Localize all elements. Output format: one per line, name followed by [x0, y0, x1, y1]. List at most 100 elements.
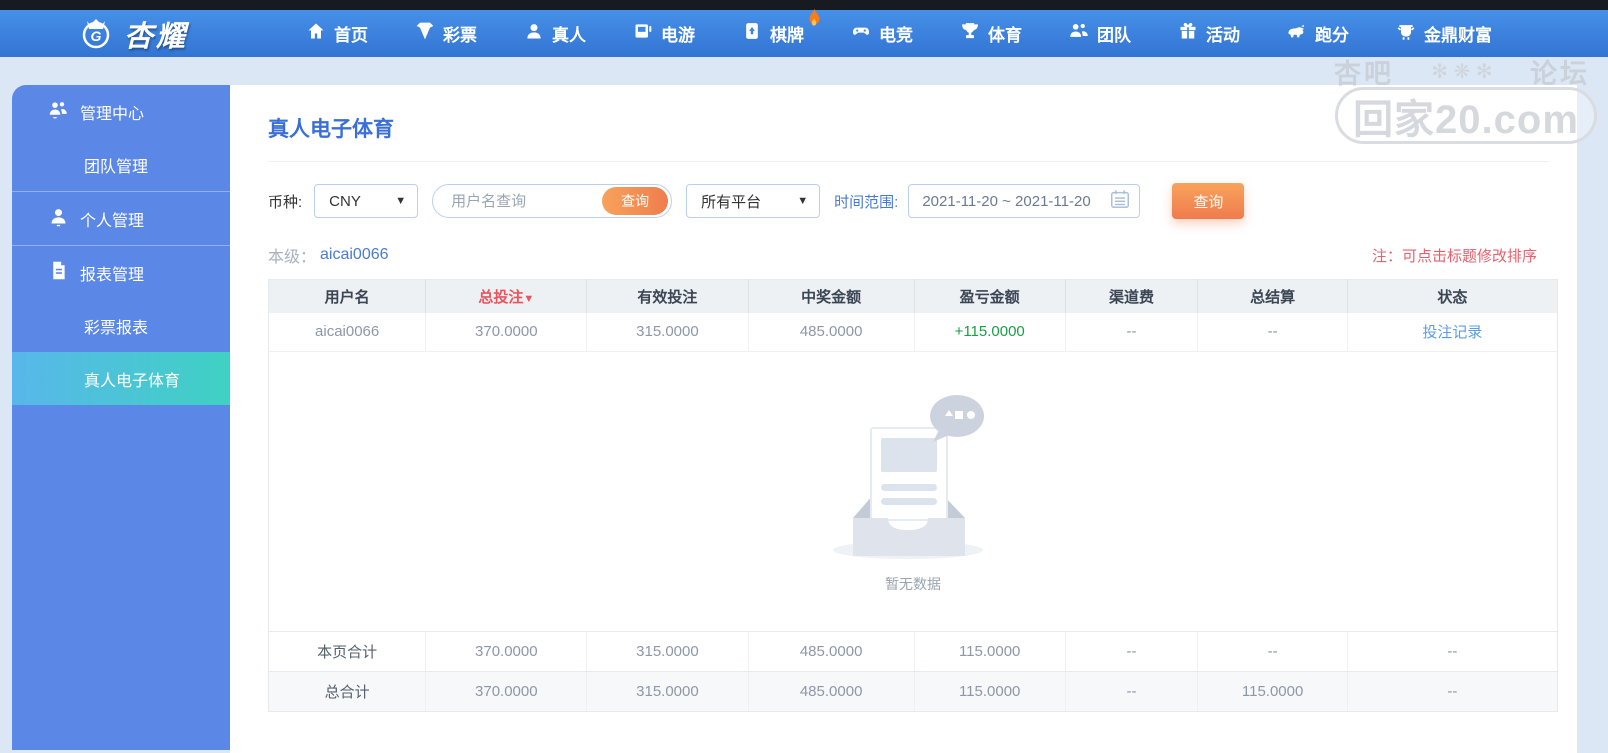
slots-icon	[633, 21, 653, 46]
main-content: 真人电子体育 币种: CNY ▼ 查询 所有平台 ▼ 时间范围: 2021-11…	[230, 85, 1577, 753]
sidebar-item-lottery-report[interactable]: 彩票报表	[12, 299, 230, 352]
team-icon	[1069, 21, 1089, 46]
grand-total-label: 总合计	[268, 671, 427, 712]
sidebar-item-team-management[interactable]: 团队管理	[12, 138, 230, 191]
inline-search-button[interactable]: 查询	[602, 187, 669, 215]
header-username[interactable]: 用户名	[268, 279, 427, 313]
brand-logo[interactable]: G 杏耀	[76, 11, 246, 56]
nav-item-activity[interactable]: 活动	[1178, 21, 1240, 46]
page-total-cell: 315.0000	[586, 631, 749, 672]
nav-item-home[interactable]: 首页	[306, 21, 368, 46]
search-button[interactable]: 查询	[1172, 183, 1245, 219]
nav-item-sports[interactable]: 体育	[960, 21, 1022, 46]
header-channel-fee[interactable]: 渠道费	[1065, 279, 1199, 313]
nav-item-live[interactable]: 真人	[524, 21, 586, 46]
nav-label: 棋牌	[770, 26, 804, 45]
nav-label: 金鼎财富	[1424, 26, 1492, 45]
activity-icon	[1178, 21, 1198, 46]
nav-label: 电游	[661, 26, 695, 45]
sidebar-item-live-esports-report[interactable]: 真人电子体育	[12, 352, 230, 405]
nav-label: 体育	[988, 26, 1022, 45]
esports-icon	[851, 21, 871, 46]
page-title: 真人电子体育	[268, 118, 394, 141]
level-user-link[interactable]: aicai0066	[320, 246, 389, 264]
nav-menu: 首页 彩票 真人 电游 棋牌 电竞 体育 团队 活动 跑分 金鼎财富	[306, 8, 1492, 46]
home-icon	[306, 21, 326, 46]
nav-item-egames[interactable]: 电游	[633, 21, 695, 46]
header-profit[interactable]: 盈亏金额	[914, 279, 1066, 313]
sidebar-item-label: 报表管理	[80, 266, 145, 284]
grand-total-cell: 115.0000	[1197, 671, 1348, 712]
grand-total-cell: 370.0000	[425, 671, 588, 712]
grand-total-cell: 115.0000	[914, 671, 1066, 712]
nav-item-paofen[interactable]: 跑分	[1287, 21, 1349, 46]
header-total-bet[interactable]: 总投注▼	[425, 279, 588, 313]
date-range-value: 2021-11-20 ~ 2021-11-20	[922, 192, 1091, 210]
sidebar-item-admin-center[interactable]: 管理中心	[12, 85, 230, 138]
grand-total-cell: 485.0000	[748, 671, 915, 712]
nav-label: 电竞	[879, 26, 913, 45]
brand-name: 杏耀	[124, 20, 189, 53]
nav-label: 真人	[552, 26, 586, 45]
cell-username: aicai0066	[268, 312, 427, 352]
sort-desc-icon: ▼	[523, 292, 535, 305]
cards-icon	[742, 21, 762, 46]
cell-total-bet: 370.0000	[425, 312, 588, 352]
page-total-cell: 370.0000	[425, 631, 588, 672]
live-icon	[524, 21, 544, 46]
nav-item-team[interactable]: 团队	[1069, 21, 1131, 46]
sidebar-item-label: 彩票报表	[84, 319, 149, 337]
nav-item-boardgames[interactable]: 棋牌	[742, 8, 820, 46]
sidebar-item-report-management[interactable]: 报表管理	[12, 246, 230, 299]
sidebar-item-personal-management[interactable]: 个人管理	[12, 192, 230, 245]
wealth-icon	[1396, 21, 1416, 46]
grand-total-cell: --	[1347, 671, 1558, 712]
grand-total-cell: --	[1065, 671, 1199, 712]
lottery-icon	[415, 21, 435, 46]
empty-state: 暂无数据	[270, 390, 1556, 594]
cell-win-amount: 485.0000	[748, 312, 915, 352]
sort-note: 注：可点击标题修改排序	[1371, 247, 1537, 265]
empty-inbox-illustration	[823, 390, 1003, 564]
empty-state-text: 暂无数据	[885, 575, 941, 592]
cell-valid-bet: 315.0000	[586, 312, 749, 352]
username-search-input[interactable]	[449, 191, 603, 211]
currency-select[interactable]: CNY ▼	[314, 184, 419, 218]
main-navbar: G 杏耀 首页 彩票 真人 电游 棋牌 电竞 体育 团队 活动 跑分 金鼎财富	[0, 8, 1608, 57]
table-row: aicai0066 370.0000 315.0000 485.0000 +11…	[268, 312, 1558, 352]
nav-label: 活动	[1206, 26, 1240, 45]
page-total-label: 本页合计	[268, 631, 427, 672]
nav-item-wealth[interactable]: 金鼎财富	[1396, 21, 1492, 46]
platform-select[interactable]: 所有平台 ▼	[686, 184, 821, 218]
nav-label: 团队	[1097, 26, 1131, 45]
paofen-icon	[1287, 21, 1307, 46]
date-range-input[interactable]: 2021-11-20 ~ 2021-11-20	[908, 184, 1141, 218]
header-win-amount[interactable]: 中奖金额	[748, 279, 915, 313]
grand-total-cell: 315.0000	[586, 671, 749, 712]
grand-total-row: 总合计 370.0000 315.0000 485.0000 115.0000 …	[268, 671, 1558, 712]
currency-select-value: CNY	[329, 192, 361, 210]
nav-label: 首页	[334, 26, 368, 45]
chevron-down-icon: ▼	[797, 195, 809, 207]
chevron-down-icon: ▼	[395, 195, 407, 207]
header-settlement[interactable]: 总结算	[1197, 279, 1348, 313]
header-valid-bet[interactable]: 有效投注	[586, 279, 749, 313]
page-total-cell: --	[1197, 631, 1348, 672]
group-icon	[48, 99, 69, 125]
header-label: 总投注	[478, 288, 524, 306]
cell-status: 投注记录	[1347, 312, 1558, 352]
filter-bar: 币种: CNY ▼ 查询 所有平台 ▼ 时间范围: 2021-11-20 ~ 2…	[268, 183, 1567, 219]
page-total-cell: 485.0000	[748, 631, 915, 672]
cell-channel-fee: --	[1065, 312, 1199, 352]
table-header-row: 用户名 总投注▼ 有效投注 中奖金额 盈亏金额 渠道费 总结算 状态	[268, 279, 1558, 313]
nav-item-lottery[interactable]: 彩票	[415, 21, 477, 46]
nav-label: 彩票	[443, 26, 477, 45]
flame-icon	[804, 8, 820, 26]
header-status[interactable]: 状态	[1347, 279, 1558, 313]
bet-records-link[interactable]: 投注记录	[1422, 324, 1482, 341]
username-search-field: 查询	[432, 184, 673, 218]
calendar-icon	[1109, 187, 1131, 215]
cell-settlement: --	[1197, 312, 1348, 352]
nav-item-esports[interactable]: 电竞	[851, 21, 913, 46]
currency-label: 币种:	[268, 193, 303, 211]
